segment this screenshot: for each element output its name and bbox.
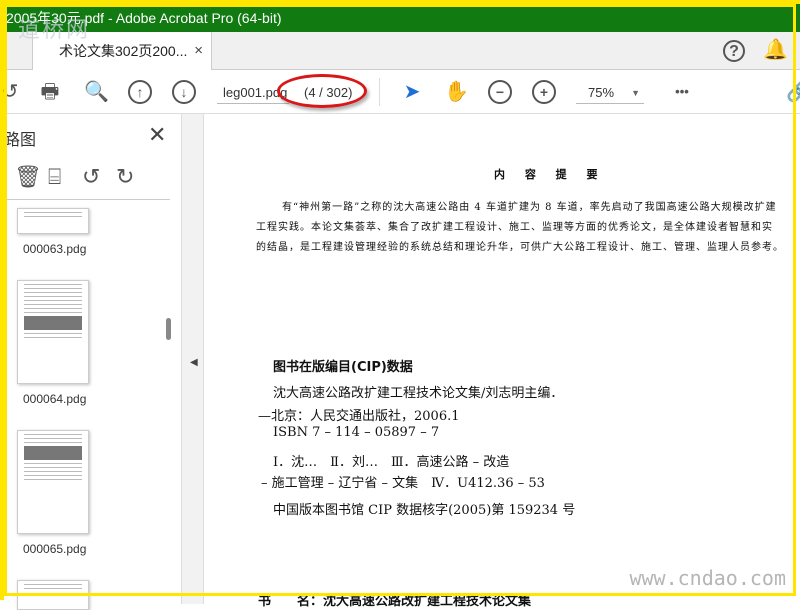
select-cursor-icon[interactable]: ➤ <box>400 80 424 104</box>
cip-line: Ⅰ．沈… Ⅱ．刘… Ⅲ．高速公路 – 改造 <box>273 455 510 470</box>
watermark-url: www.cndao.com <box>629 566 786 590</box>
panel-tools: 🗑 ⌸ ↺ ↻ <box>4 154 170 200</box>
hand-tool-icon[interactable]: ✋ <box>444 80 469 104</box>
cip-line: ISBN 7 – 114 – 05897 – 7 <box>273 425 440 440</box>
panel-title: 路图 <box>4 132 37 149</box>
thumbnail-page[interactable] <box>17 430 89 534</box>
close-panel-icon[interactable]: ✕ <box>148 122 166 148</box>
toolbar-divider <box>379 78 380 106</box>
print-icon[interactable]: 🖶 <box>38 80 62 104</box>
chevron-down-icon: ▼ <box>631 88 640 98</box>
annotation-ellipse <box>277 74 367 108</box>
zoom-out-icon[interactable]: − <box>488 80 512 104</box>
close-tab-icon[interactable]: × <box>194 32 203 70</box>
title-bar: 2005年30元.pdf - Adobe Acrobat Pro (64-bit… <box>4 4 800 32</box>
previous-page-icon[interactable]: ↑ <box>128 80 152 104</box>
summary-line: 工程实践。本论文集荟萃、集合了改扩建工程设计、施工、监理等方面的优秀论文，是全体… <box>256 222 773 233</box>
document-page: 内 容 提 要 有“神州第一路”之称的沈大高速公路由 4 车道扩建为 8 车道，… <box>204 114 800 609</box>
summary-line: 有“神州第一路”之称的沈大高速公路由 4 车道扩建为 8 车道，率先启动了我国高… <box>282 202 777 213</box>
zoom-select[interactable]: 75% ▼ <box>576 82 644 104</box>
cip-line: 沈大高速公路改扩建工程技术论文集/刘志明主编． <box>273 386 564 401</box>
cip-title: 图书在版编目(CIP)数据 <box>273 360 413 375</box>
extract-icon[interactable]: ⌸ <box>48 164 61 190</box>
rotate-right-icon[interactable]: ↻ <box>116 164 134 190</box>
notifications-bell-icon[interactable]: 🔔 <box>763 40 788 62</box>
thumbnail-page[interactable] <box>17 280 89 384</box>
thumbnail-label: 000065.pdg <box>23 542 87 556</box>
zoom-in-icon[interactable]: + <box>532 80 556 104</box>
summary-line: 的结晶，是工程建设管理经验的系统总结和理论升华，可供广大公路工程设计、施工、管理… <box>256 242 784 253</box>
cip-line: —北京：人民交通出版社，2006.1 <box>258 409 460 424</box>
tab-label: 术论文集302页200... <box>59 43 188 59</box>
tab-bar: 术论文集302页200... × <box>4 32 800 70</box>
next-page-icon[interactable]: ↓ <box>172 80 196 104</box>
watermark-logo: 道桥网 <box>18 18 91 43</box>
cip-line: – 施工管理 – 辽宁省 – 文集 Ⅳ．U412.36 – 53 <box>261 476 545 491</box>
thumbnail-page[interactable] <box>17 208 89 234</box>
zoom-value: 75% <box>588 85 615 100</box>
summary-heading: 内 容 提 要 <box>494 168 606 181</box>
link-icon[interactable]: 🔗 <box>786 80 800 104</box>
cip-line: 中国版本图书馆 CIP 数据核字(2005)第 159234 号 <box>273 503 576 518</box>
panel-collapse-handle[interactable]: ◀ <box>182 114 204 604</box>
more-tools-icon[interactable]: ••• <box>670 80 694 104</box>
panel-scrollbar[interactable] <box>166 318 171 340</box>
rotate-left-icon[interactable]: ↺ <box>82 164 100 190</box>
thumbnail-label: 000063.pdg <box>23 242 87 256</box>
toolbar: ↺ 🖶 🔍 ↑ ↓ leg001.pdg (4 / 302) ➤ ✋ − + 7… <box>2 70 800 114</box>
thumbnail-page[interactable] <box>17 580 89 610</box>
thumbnail-label: 000064.pdg <box>23 392 87 406</box>
search-icon[interactable]: 🔍 <box>84 80 109 104</box>
share-icon[interactable]: ↺ <box>0 80 22 104</box>
page-thumbnails-panel: 路图 ✕ 🗑 ⌸ ↺ ↻ 000063.pdg 000064.pdg 00006… <box>4 114 182 610</box>
delete-icon[interactable]: 🗑 <box>14 164 42 190</box>
help-icon[interactable]: ? <box>723 40 745 62</box>
collapse-arrow-icon: ◀ <box>190 357 198 368</box>
